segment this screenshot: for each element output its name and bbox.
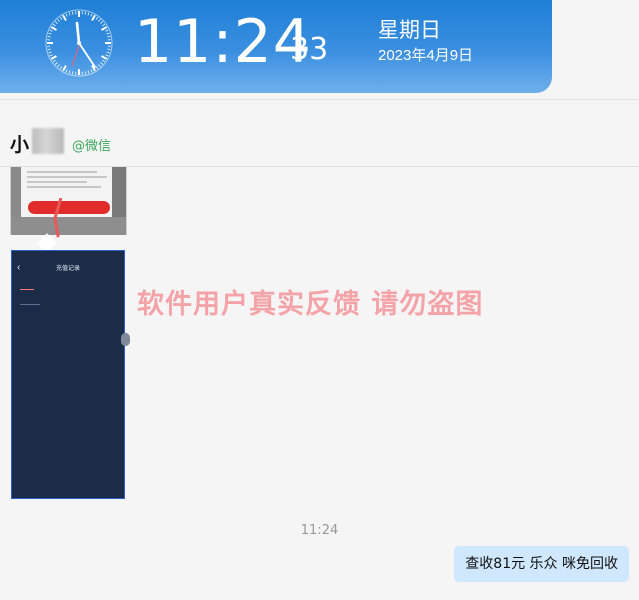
image-text-line bbox=[27, 186, 101, 188]
clock-tick bbox=[52, 59, 56, 63]
clock-tick bbox=[47, 35, 51, 38]
screenshot-tab-underline bbox=[20, 289, 34, 290]
screenshot-row-line bbox=[20, 304, 40, 305]
clock-tick bbox=[49, 29, 53, 32]
image-bottom-band bbox=[11, 217, 126, 235]
clock-tick bbox=[59, 16, 63, 20]
clock-tick bbox=[106, 32, 110, 35]
clock-tick bbox=[100, 21, 104, 24]
image-scroll-knob bbox=[121, 333, 130, 346]
clock-tick bbox=[48, 51, 52, 54]
clock-weekday: 星期日 bbox=[378, 19, 441, 42]
image-text-line bbox=[27, 176, 107, 178]
clock-tick bbox=[102, 23, 106, 27]
watermark-text: 软件用户真实反馈 请勿盗图 bbox=[137, 289, 484, 320]
clock-tick bbox=[101, 55, 108, 60]
image-text-line bbox=[27, 171, 97, 173]
image-text-line bbox=[27, 181, 87, 183]
clock-tick bbox=[62, 14, 67, 21]
clock-time: 11:24 bbox=[134, 7, 312, 77]
clock-tick bbox=[54, 21, 58, 24]
clock-tick bbox=[100, 62, 104, 65]
clock-tick bbox=[68, 70, 71, 74]
image-connector-red bbox=[53, 198, 62, 238]
clock-tick bbox=[65, 13, 68, 17]
clock-seconds: 33 bbox=[290, 32, 329, 67]
clock-tick bbox=[107, 35, 111, 38]
clock-tick bbox=[105, 29, 109, 32]
clock-tick bbox=[65, 69, 68, 73]
clock-tick bbox=[71, 11, 74, 15]
clock-tick bbox=[101, 26, 108, 31]
clock-tick bbox=[84, 71, 87, 75]
clock-tick bbox=[57, 18, 60, 22]
name-redaction bbox=[32, 128, 64, 154]
clock-tick bbox=[95, 66, 99, 70]
clock-tick bbox=[59, 66, 63, 70]
clock-date: 2023年4月9日 bbox=[378, 47, 474, 64]
clock-tick bbox=[52, 23, 56, 27]
contact-name: 小 bbox=[10, 134, 30, 156]
screenshot-title: 充值记录 bbox=[55, 265, 80, 272]
wechat-source-tag: @微信 bbox=[72, 139, 112, 154]
clock-tick bbox=[106, 51, 110, 54]
clock-tick bbox=[102, 59, 106, 63]
clock-tick bbox=[90, 13, 93, 17]
clock-tick bbox=[48, 32, 52, 35]
clock-tick bbox=[49, 54, 53, 57]
clock-tick bbox=[68, 12, 71, 16]
clock-tick bbox=[47, 48, 51, 51]
chat-image-screenshot-1[interactable] bbox=[10, 167, 127, 235]
clock-tick bbox=[98, 64, 101, 68]
clock-tick bbox=[54, 62, 58, 65]
clock-tick bbox=[91, 14, 96, 21]
clock-tick bbox=[50, 26, 57, 31]
clock-tick bbox=[71, 71, 74, 75]
clock-tick bbox=[87, 12, 90, 16]
image-red-button bbox=[28, 201, 110, 214]
clock-tick bbox=[50, 55, 57, 60]
clock-tick bbox=[62, 65, 67, 72]
analog-clock-icon bbox=[45, 9, 113, 77]
clock-tick bbox=[87, 70, 90, 74]
clock-banner: 11:24 33 星期日 2023年4月9日 bbox=[0, 0, 552, 93]
outgoing-message-bubble[interactable]: 查收81元 乐众 咪免回收 bbox=[454, 546, 629, 582]
clock-tick bbox=[98, 18, 101, 22]
clock-tick bbox=[107, 48, 111, 51]
contact-header: 小 @微信 bbox=[0, 100, 639, 167]
clock-tick bbox=[95, 16, 99, 20]
clock-tick bbox=[105, 54, 109, 57]
clock-tick bbox=[84, 11, 87, 15]
clock-tick bbox=[90, 69, 93, 73]
clock-tick bbox=[57, 64, 60, 68]
chat-image-screenshot-2[interactable]: ‹ 充值记录 bbox=[11, 250, 125, 499]
chat-timestamp: 11:24 bbox=[300, 523, 339, 538]
